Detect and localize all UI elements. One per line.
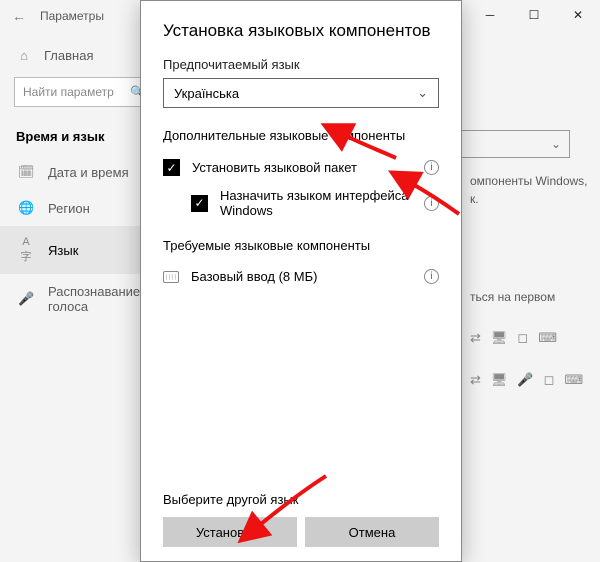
keyboard-icon <box>163 271 179 283</box>
option-label: Установить языковой пакет <box>192 160 357 175</box>
home-link[interactable]: ⌂ Главная <box>16 48 156 63</box>
mic-icon: 🎤 <box>517 370 533 390</box>
window-controls: ─ ☐ ✕ <box>468 0 600 30</box>
sync-icon: ⇄ <box>470 370 481 390</box>
mic-icon: 🎤 <box>18 291 34 307</box>
home-label: Главная <box>44 48 93 63</box>
bg-icons-row: ⇄ 🖥 🎤 ◻ ⌨ <box>470 370 600 390</box>
sidebar-item-datetime[interactable]: 🗓 Дата и время <box>14 154 156 190</box>
chevron-down-icon: ⌄ <box>417 85 428 101</box>
region-icon: ◻ <box>544 370 555 390</box>
display-icon: 🖥 <box>491 328 508 348</box>
window-title: Параметры <box>40 9 104 23</box>
cancel-button[interactable]: Отмена <box>305 517 439 547</box>
install-language-dialog: Установка языковых компонентов Предпочит… <box>140 0 462 562</box>
back-icon[interactable]: ← <box>12 8 26 24</box>
info-icon[interactable]: i <box>424 269 439 284</box>
language-icon: A字 <box>18 236 34 264</box>
sidebar-item-label: Язык <box>48 243 78 258</box>
preferred-language-label: Предпочитаемый язык <box>163 57 439 72</box>
info-icon[interactable]: i <box>424 160 439 175</box>
globe-icon: 🌐 <box>18 200 34 216</box>
install-button[interactable]: Установить <box>163 517 297 547</box>
bg-text: к. <box>470 190 600 208</box>
keyboard-icon: ⌨ <box>564 370 583 390</box>
bg-icons-row: ⇄ 🖥 ◻ ⌨ <box>470 328 600 348</box>
bg-text: омпоненты Windows, <box>470 172 600 190</box>
display-icon: 🖥 <box>491 370 508 390</box>
checkbox-checked-icon[interactable]: ✓ <box>163 159 180 176</box>
required-label: Базовый ввод (8 МБ) <box>191 269 317 284</box>
keyboard-icon: ⌨ <box>538 328 557 348</box>
sync-icon: ⇄ <box>470 328 481 348</box>
preferred-language-select[interactable]: Українська ⌄ <box>163 78 439 108</box>
close-button[interactable]: ✕ <box>556 0 600 30</box>
sidebar-item-label: Распознавание голоса <box>48 284 152 314</box>
bg-text: ться на первом <box>470 288 600 306</box>
region-icon: ◻ <box>517 328 528 348</box>
category-title: Время и язык <box>16 129 156 144</box>
choose-another-language[interactable]: Выберите другой язык <box>163 492 439 507</box>
required-basic-typing: Базовый ввод (8 МБ) i <box>163 263 439 290</box>
sidebar-item-speech[interactable]: 🎤 Распознавание голоса <box>14 274 156 324</box>
option-label: Назначить языком интерфейса Windows <box>220 188 439 218</box>
maximize-button[interactable]: ☐ <box>512 0 556 30</box>
home-icon: ⌂ <box>16 48 32 63</box>
search-placeholder: Найти параметр <box>23 85 114 99</box>
checkbox-checked-icon[interactable]: ✓ <box>191 195 208 212</box>
minimize-button[interactable]: ─ <box>468 0 512 30</box>
bg-combo[interactable] <box>460 130 570 158</box>
sidebar-item-language[interactable]: A字 Язык <box>0 226 156 274</box>
sidebar-item-label: Дата и время <box>48 165 129 180</box>
required-section-label: Требуемые языковые компоненты <box>163 238 439 253</box>
sidebar-item-region[interactable]: 🌐 Регион <box>14 190 156 226</box>
optional-section-label: Дополнительные языковые компоненты <box>163 128 439 143</box>
select-value: Українська <box>174 86 239 101</box>
dialog-title: Установка языковых компонентов <box>163 21 439 41</box>
calendar-icon: 🗓 <box>18 164 34 180</box>
option-install-language-pack[interactable]: ✓ Установить языковой пакет i <box>163 153 439 182</box>
bg-right-pane: омпоненты Windows, к. ться на первом ⇄ 🖥… <box>470 130 600 389</box>
dialog-buttons: Установить Отмена <box>163 517 439 547</box>
option-set-display-language[interactable]: ✓ Назначить языком интерфейса Windows i <box>191 182 439 224</box>
sidebar-item-label: Регион <box>48 201 90 216</box>
info-icon[interactable]: i <box>424 196 439 211</box>
search-input[interactable]: Найти параметр 🔍 <box>14 77 154 107</box>
